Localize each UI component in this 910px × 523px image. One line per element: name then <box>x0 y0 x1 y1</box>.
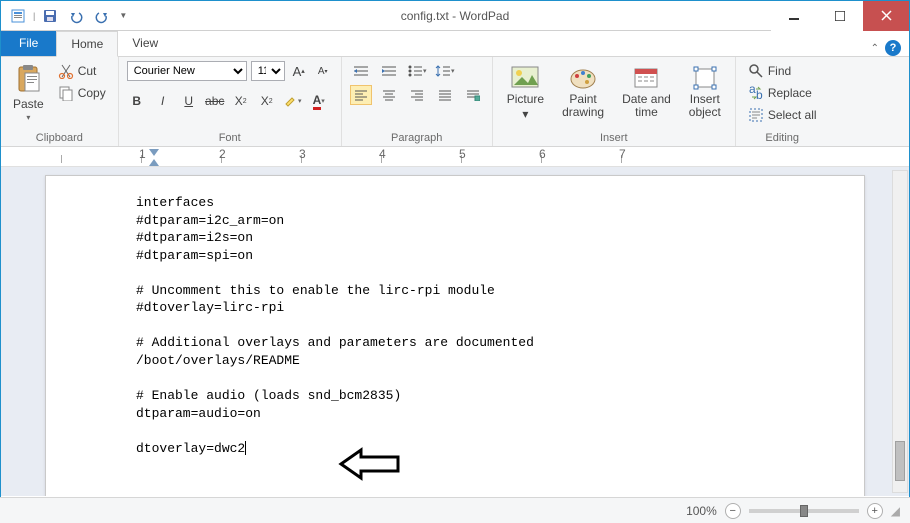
paint-label: Paint drawing <box>562 93 604 119</box>
separator: | <box>33 11 35 21</box>
save-icon[interactable] <box>39 5 61 27</box>
paragraph-group-title: Paragraph <box>350 130 484 144</box>
decrease-indent-icon[interactable] <box>350 61 372 81</box>
paragraph-group: ▾ ▾ Paragraph <box>342 57 493 146</box>
zoom-slider[interactable] <box>749 509 859 513</box>
insert-group: Picture ▾ Paint drawing Date and time In… <box>493 57 736 146</box>
cut-button[interactable]: Cut <box>54 61 110 81</box>
close-button[interactable] <box>863 1 909 31</box>
font-size-select[interactable]: 11 <box>251 61 285 81</box>
document-viewport[interactable]: interfaces #dtparam=i2c_arm=on #dtparam=… <box>1 167 909 496</box>
chevron-down-icon: ▾ <box>522 108 528 121</box>
font-group: Courier New 11 A▴ A▾ B I U abc X2 X2 ▾ A… <box>119 57 342 146</box>
copy-button[interactable]: Copy <box>54 83 110 103</box>
bullet-list-icon[interactable]: ▾ <box>406 61 428 81</box>
zoom-in-button[interactable]: + <box>867 503 883 519</box>
vertical-scrollbar[interactable] <box>892 170 908 493</box>
window-controls <box>771 1 909 31</box>
chevron-down-icon: ▾ <box>26 113 30 122</box>
svg-text:a: a <box>749 85 756 96</box>
qat-dropdown-icon[interactable]: ▼ <box>119 11 127 20</box>
object-label: Insert object <box>689 93 721 119</box>
paste-button[interactable]: Paste ▾ <box>9 61 48 124</box>
svg-text:b: b <box>756 88 763 101</box>
find-button[interactable]: Find <box>744 61 795 81</box>
replace-button[interactable]: ab Replace <box>744 83 816 103</box>
indent-marker-top-icon[interactable] <box>149 149 159 156</box>
wordpad-icon[interactable] <box>7 5 29 27</box>
collapse-ribbon-icon[interactable]: ⌃ <box>871 43 879 54</box>
replace-label: Replace <box>768 86 812 100</box>
cut-label: Cut <box>78 64 97 78</box>
selectall-label: Select all <box>768 108 817 122</box>
paste-label: Paste <box>13 97 44 111</box>
document-text[interactable]: interfaces #dtparam=i2c_arm=on #dtparam=… <box>136 194 774 457</box>
clipboard-group-title: Clipboard <box>9 130 110 144</box>
ribbon-tabs: File Home View ⌃ ? <box>1 31 909 57</box>
find-label: Find <box>768 64 791 78</box>
maximize-button[interactable] <box>817 1 863 31</box>
annotation-arrow-icon <box>336 444 406 484</box>
editing-group: Find ab Replace Select all Editing <box>736 57 829 146</box>
help-icon[interactable]: ? <box>885 40 901 56</box>
minimize-button[interactable] <box>771 1 817 31</box>
bold-icon[interactable]: B <box>127 91 147 111</box>
home-tab[interactable]: Home <box>56 31 118 57</box>
grow-font-icon[interactable]: A▴ <box>289 61 309 81</box>
increase-indent-icon[interactable] <box>378 61 400 81</box>
zoom-label: 100% <box>686 504 717 518</box>
italic-icon[interactable]: I <box>153 91 173 111</box>
page[interactable]: interfaces #dtparam=i2c_arm=on #dtparam=… <box>45 175 865 496</box>
undo-icon[interactable] <box>65 5 87 27</box>
status-bar: 100% − + ◢ <box>0 497 910 523</box>
zoom-out-button[interactable]: − <box>725 503 741 519</box>
align-right-icon[interactable] <box>406 85 428 105</box>
redo-icon[interactable] <box>91 5 113 27</box>
shrink-font-icon[interactable]: A▾ <box>313 61 333 81</box>
copy-label: Copy <box>78 86 106 100</box>
datetime-button[interactable]: Date and time <box>616 61 677 121</box>
window-title: config.txt - WordPad <box>401 9 510 23</box>
zoom-slider-thumb[interactable] <box>800 505 808 517</box>
datetime-label: Date and time <box>622 93 671 119</box>
editing-group-title: Editing <box>744 130 821 144</box>
line-spacing-icon[interactable]: ▾ <box>434 61 456 81</box>
title-bar: | ▼ config.txt - WordPad <box>1 1 909 31</box>
ribbon: Paste ▾ Cut Copy Clipboard Courier New 1… <box>1 57 909 147</box>
underline-icon[interactable]: U <box>179 91 199 111</box>
picture-button[interactable]: Picture ▾ <box>501 61 550 123</box>
view-tab[interactable]: View <box>118 30 172 56</box>
resize-grip-icon[interactable]: ◢ <box>891 504 900 518</box>
indent-marker-bottom-icon[interactable] <box>149 159 159 166</box>
quick-access-toolbar: | ▼ <box>1 5 133 27</box>
align-center-icon[interactable] <box>378 85 400 105</box>
paint-button[interactable]: Paint drawing <box>556 61 610 121</box>
superscript-icon[interactable]: X2 <box>257 91 277 111</box>
highlight-icon[interactable]: ▾ <box>283 91 303 111</box>
font-name-select[interactable]: Courier New <box>127 61 247 81</box>
object-button[interactable]: Insert object <box>683 61 727 121</box>
font-group-title: Font <box>127 130 333 144</box>
picture-label: Picture <box>507 93 544 106</box>
ruler[interactable]: 1234567 <box>1 147 909 167</box>
paragraph-dialog-icon[interactable] <box>462 85 484 105</box>
selectall-button[interactable]: Select all <box>744 105 821 125</box>
subscript-icon[interactable]: X2 <box>231 91 251 111</box>
clipboard-group: Paste ▾ Cut Copy Clipboard <box>1 57 119 146</box>
justify-icon[interactable] <box>434 85 456 105</box>
file-tab[interactable]: File <box>1 30 56 56</box>
insert-group-title: Insert <box>501 130 727 144</box>
font-color-icon[interactable]: A▾ <box>309 91 329 111</box>
align-left-icon[interactable] <box>350 85 372 105</box>
scrollbar-thumb[interactable] <box>895 441 905 481</box>
strikethrough-icon[interactable]: abc <box>205 91 225 111</box>
